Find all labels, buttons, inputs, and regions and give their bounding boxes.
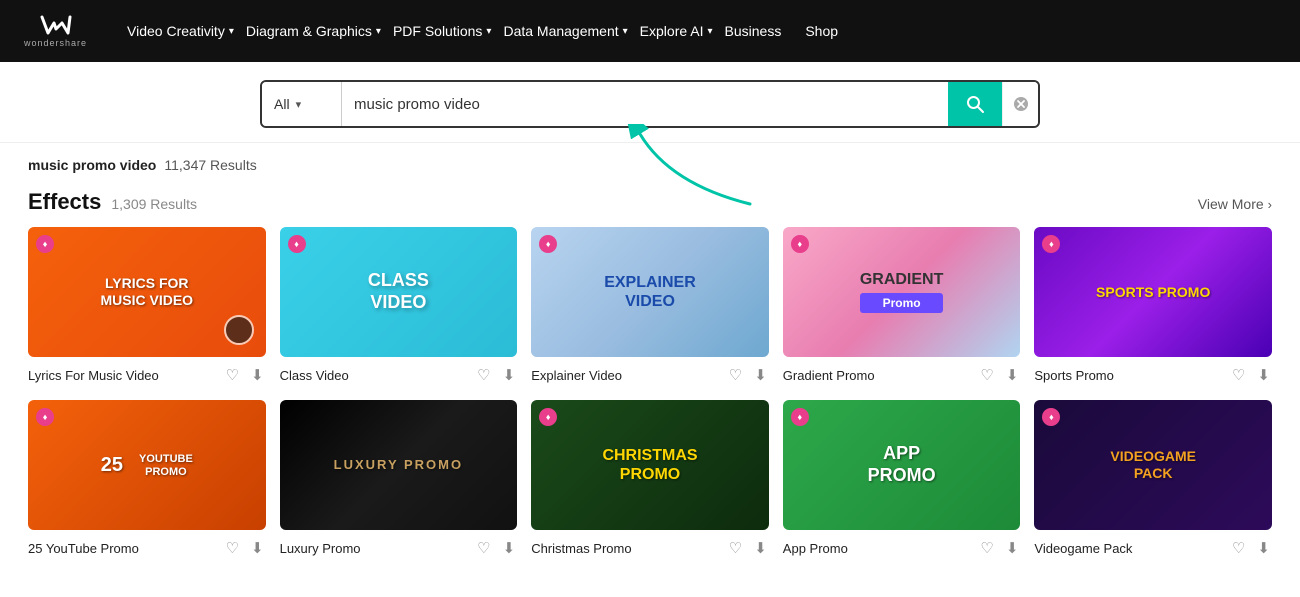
card-title-class: Class Video	[280, 368, 349, 383]
like-button-sports[interactable]: ♡	[1230, 364, 1247, 386]
download-button-lyrics[interactable]: ⬇	[249, 364, 266, 386]
card-title-sports: Sports Promo	[1034, 368, 1113, 383]
card-luxury-promo[interactable]: LUXURY PROMO Luxury Promo ♡ ⬇	[280, 400, 518, 559]
search-icon	[965, 94, 985, 114]
card-sports-promo[interactable]: SPORTS PROMO Sports Promo ♡ ⬇	[1034, 227, 1272, 386]
chevron-right-icon: ›	[1268, 197, 1272, 212]
results-query-text: music promo video	[28, 157, 156, 173]
dropdown-chevron-icon: ▾	[296, 98, 302, 111]
logo[interactable]: wondershare	[24, 15, 87, 48]
results-section: music promo video 11,347 Results Effects…	[0, 143, 1300, 559]
like-button-explainer[interactable]: ♡	[727, 364, 744, 386]
cards-row-1: LYRICS FORMUSIC VIDEO Lyrics For Music V…	[28, 227, 1272, 386]
card-title-lyrics: Lyrics For Music Video	[28, 368, 159, 383]
effects-section-header: Effects 1,309 Results View More ›	[28, 189, 1272, 215]
card-title-gradient: Gradient Promo	[783, 368, 875, 383]
download-button-app[interactable]: ⬇	[1004, 537, 1021, 559]
like-button-app[interactable]: ♡	[978, 537, 995, 559]
card-explainer-video[interactable]: EXPLAINERVIDEO Explainer Video ♡ ⬇	[531, 227, 769, 386]
like-button-christmas[interactable]: ♡	[727, 537, 744, 559]
search-input[interactable]	[342, 82, 948, 126]
search-clear-button[interactable]	[1002, 82, 1038, 126]
search-category-dropdown[interactable]: All ▾	[262, 82, 342, 126]
download-button-gradient[interactable]: ⬇	[1004, 364, 1021, 386]
card-title-christmas: Christmas Promo	[531, 541, 631, 556]
download-button-class[interactable]: ⬇	[501, 364, 518, 386]
nav-item-shop[interactable]: Shop	[793, 15, 850, 47]
card-christmas-promo[interactable]: CHRISTMASPROMO Christmas Promo ♡ ⬇	[531, 400, 769, 559]
card-videogame-pack[interactable]: VIDEOGAMEPACK Videogame Pack ♡ ⬇	[1034, 400, 1272, 559]
nav-item-video-creativity[interactable]: Video Creativity	[115, 15, 237, 47]
card-title-luxury: Luxury Promo	[280, 541, 361, 556]
navbar: wondershare Video Creativity ▾ Diagram &…	[0, 0, 1300, 62]
like-button-luxury[interactable]: ♡	[475, 537, 492, 559]
like-button-youtube[interactable]: ♡	[224, 537, 241, 559]
nav-items: Video Creativity ▾ Diagram & Graphics ▾ …	[115, 15, 1276, 47]
download-button-sports[interactable]: ⬇	[1255, 364, 1272, 386]
like-button-videogame[interactable]: ♡	[1230, 537, 1247, 559]
results-header: music promo video 11,347 Results	[28, 157, 1272, 173]
like-button-class[interactable]: ♡	[475, 364, 492, 386]
clear-icon	[1013, 96, 1029, 112]
search-section: All ▾	[0, 62, 1300, 143]
card-lyrics-music-video[interactable]: LYRICS FORMUSIC VIDEO Lyrics For Music V…	[28, 227, 266, 386]
download-button-youtube[interactable]: ⬇	[249, 537, 266, 559]
card-youtube-promo[interactable]: 25 YOUTUBEPROMO 25 YouTube Promo ♡ ⬇	[28, 400, 266, 559]
effects-count: 1,309 Results	[111, 196, 197, 212]
card-title-app: App Promo	[783, 541, 848, 556]
search-button[interactable]	[948, 82, 1002, 126]
search-category-label: All	[274, 96, 290, 112]
nav-item-business[interactable]: Business	[713, 15, 794, 47]
like-button-lyrics[interactable]: ♡	[224, 364, 241, 386]
results-count: 11,347 Results	[164, 157, 256, 173]
nav-item-pdf-solutions[interactable]: PDF Solutions	[381, 15, 494, 47]
nav-item-diagram-graphics[interactable]: Diagram & Graphics	[234, 15, 384, 47]
download-button-videogame[interactable]: ⬇	[1255, 537, 1272, 559]
cards-row-2: 25 YOUTUBEPROMO 25 YouTube Promo ♡ ⬇ LUX…	[28, 400, 1272, 559]
logo-icon	[40, 15, 72, 37]
card-app-promo[interactable]: APPPROMO App Promo ♡ ⬇	[783, 400, 1021, 559]
download-button-explainer[interactable]: ⬇	[752, 364, 769, 386]
card-title-youtube: 25 YouTube Promo	[28, 541, 139, 556]
card-gradient-promo[interactable]: GRADIENT Promo Gradient Promo ♡ ⬇	[783, 227, 1021, 386]
download-button-luxury[interactable]: ⬇	[501, 537, 518, 559]
view-more-button[interactable]: View More ›	[1198, 196, 1272, 212]
nav-item-explore-ai[interactable]: Explore AI	[628, 15, 716, 47]
logo-text: wondershare	[24, 38, 87, 48]
card-title-videogame: Videogame Pack	[1034, 541, 1132, 556]
like-button-gradient[interactable]: ♡	[978, 364, 995, 386]
card-title-explainer: Explainer Video	[531, 368, 622, 383]
effects-title: Effects	[28, 189, 101, 215]
search-bar: All ▾	[260, 80, 1040, 128]
nav-item-data-management[interactable]: Data Management	[491, 15, 630, 47]
card-class-video[interactable]: CLASSVIDEO Class Video ♡ ⬇	[280, 227, 518, 386]
download-button-christmas[interactable]: ⬇	[752, 537, 769, 559]
